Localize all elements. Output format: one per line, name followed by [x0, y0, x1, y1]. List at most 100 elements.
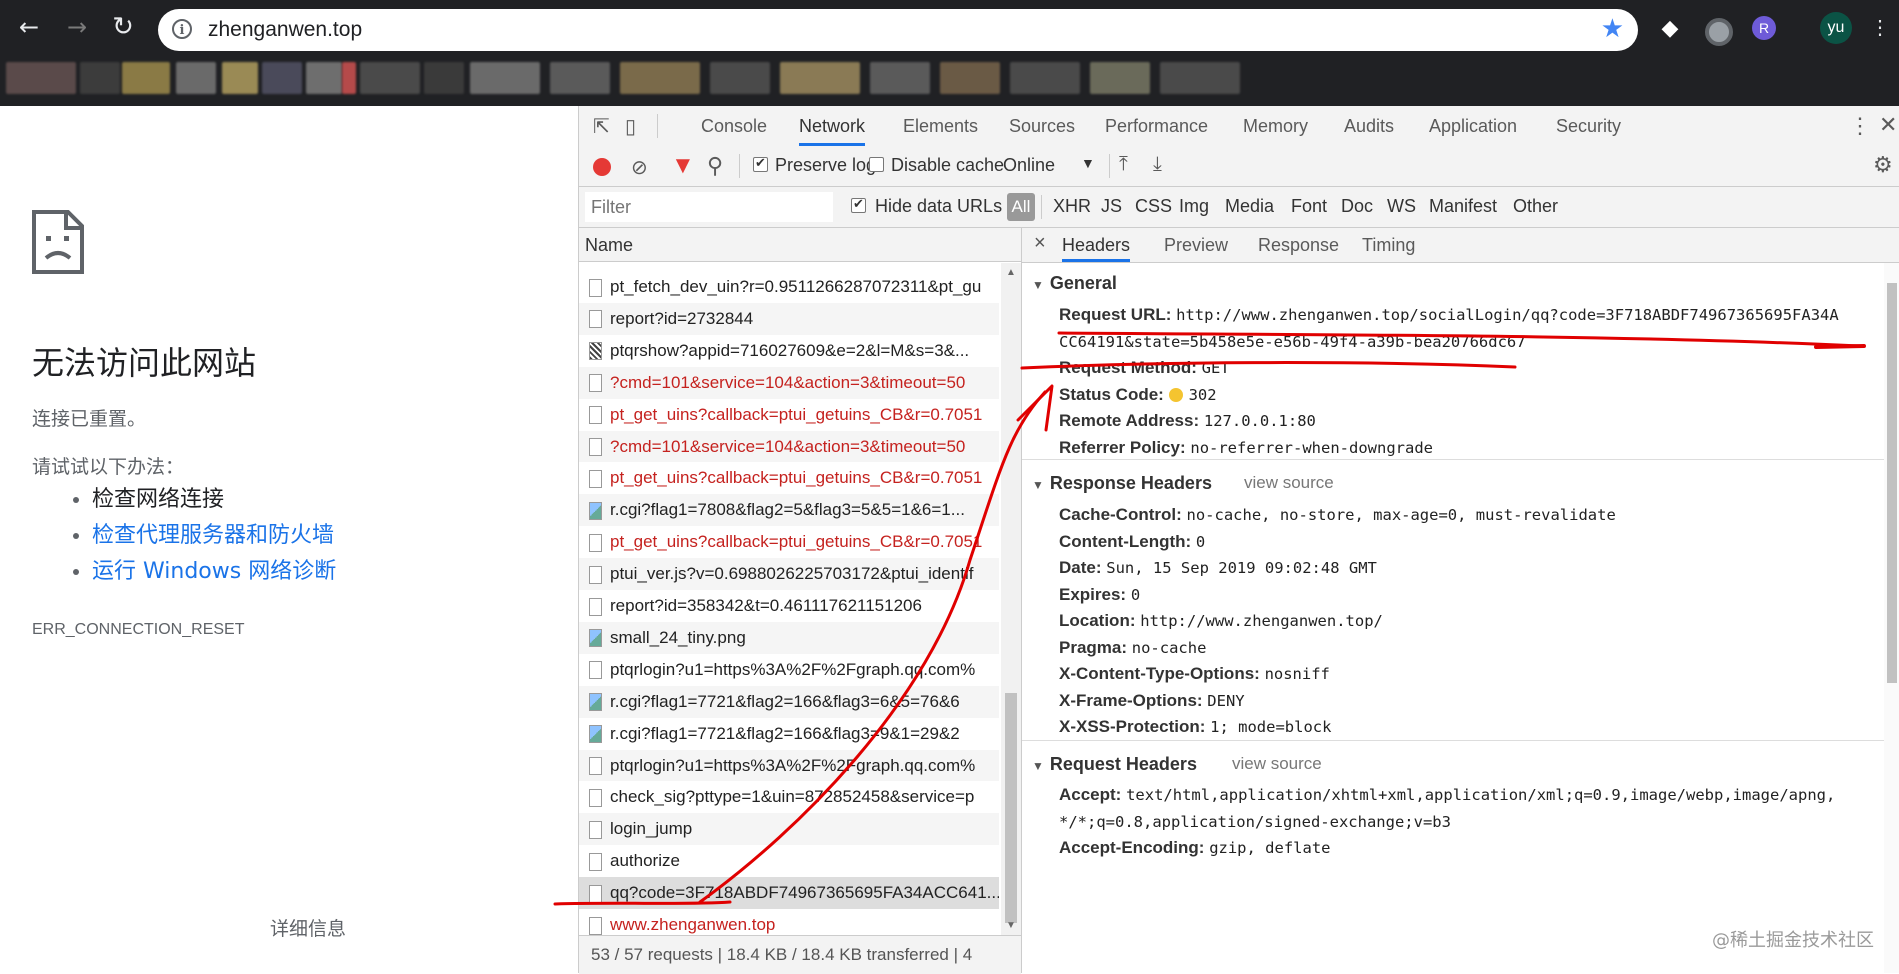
request-name[interactable]: ptqrshow?appid=716027609&e=2&l=M&s=3&...	[610, 341, 969, 360]
detail-scrollbar[interactable]	[1884, 263, 1899, 973]
tab-console[interactable]: Console	[701, 106, 767, 146]
request-row[interactable]: small_24_tiny.png	[579, 621, 999, 654]
request-row[interactable]: login_jump	[579, 813, 999, 846]
clear-icon[interactable]: ⊘	[631, 155, 648, 180]
tab-application[interactable]: Application	[1429, 106, 1517, 146]
request-row[interactable]: report?id=358342&t=0.461117621151206	[579, 590, 999, 622]
filter-type-css[interactable]: CSS	[1135, 196, 1172, 217]
request-name[interactable]: ?cmd=101&service=104&action=3&timeout=50	[610, 373, 965, 392]
request-name[interactable]: pt_get_uins?callback=ptui_getuins_CB&r=0…	[610, 405, 982, 424]
general-section-title[interactable]: ▼ General	[1032, 273, 1117, 294]
scrollbar-thumb[interactable]	[1005, 693, 1017, 923]
close-detail-icon[interactable]: ×	[1034, 232, 1046, 255]
address-bar[interactable]: i zhenganwen.top ★	[158, 9, 1638, 51]
request-name[interactable]: ?cmd=101&service=104&action=3&timeout=50	[610, 437, 965, 456]
request-name[interactable]: report?id=2732844	[610, 309, 753, 328]
detail-tab-timing[interactable]: Timing	[1362, 228, 1415, 262]
request-row[interactable]: pt_get_uins?callback=ptui_getuins_CB&r=0…	[579, 462, 999, 494]
request-row[interactable]: r.cgi?flag1=7721&flag2=166&flag3=6&5=76&…	[579, 685, 999, 718]
request-row[interactable]: r.cgi?flag1=7808&flag2=5&flag3=5&5=1&6=1…	[579, 494, 999, 527]
export-har-icon[interactable]: ⤓	[1153, 153, 1162, 176]
import-har-icon[interactable]: ⤒	[1119, 153, 1128, 176]
request-name[interactable]: r.cgi?flag1=7721&flag2=166&flag3=9&1=29&…	[610, 724, 960, 743]
request-name[interactable]: authorize	[610, 851, 680, 870]
request-name[interactable]: pt_get_uins?callback=ptui_getuins_CB&r=0…	[610, 532, 982, 551]
filter-type-img[interactable]: Img	[1179, 196, 1209, 217]
request-row[interactable]: report?id=2732844	[579, 302, 999, 335]
request-row[interactable]: pt_get_uins?callback=ptui_getuins_CB&r=0…	[579, 526, 999, 558]
device-toolbar-icon[interactable]: ▯	[625, 114, 636, 139]
forward-button-icon[interactable]: →	[62, 12, 92, 42]
filter-type-media[interactable]: Media	[1225, 196, 1274, 217]
filter-type-xhr[interactable]: XHR	[1053, 196, 1091, 217]
more-options-icon[interactable]: ⋮	[1849, 113, 1871, 139]
suggestion-link[interactable]: 检查代理服务器和防火墙	[92, 518, 336, 554]
request-row[interactable]: ptui_ver.js?v=0.6988026225703172&ptui_id…	[579, 558, 999, 590]
filter-type-doc[interactable]: Doc	[1341, 196, 1373, 217]
tab-network[interactable]: Network	[799, 106, 866, 146]
close-devtools-icon[interactable]: ✕	[1879, 112, 1897, 138]
request-name[interactable]: r.cgi?flag1=7808&flag2=5&flag3=5&5=1&6=1…	[610, 500, 965, 519]
hide-data-urls-checkbox[interactable]	[851, 196, 866, 213]
request-row[interactable]: ?cmd=101&service=104&action=3&timeout=50	[579, 430, 999, 463]
request-headers-title[interactable]: ▼ Request Headers	[1032, 754, 1197, 775]
request-name[interactable]: small_24_tiny.png	[610, 628, 746, 647]
request-name[interactable]: ptui_ver.js?v=0.6988026225703172&ptui_id…	[610, 564, 973, 583]
request-name[interactable]: pt_fetch_dev_uin?r=0.9511266287072311&pt…	[610, 277, 981, 296]
request-name[interactable]: www.zhenganwen.top	[610, 915, 775, 934]
response-view-source-link[interactable]: view source	[1244, 473, 1334, 493]
r-extension-icon[interactable]: R	[1752, 16, 1776, 40]
details-button[interactable]: 详细信息	[270, 914, 346, 941]
request-row[interactable]: ptqrshow?appid=716027609&e=2&l=M&s=3&...	[579, 335, 999, 367]
request-row[interactable]: check_sig?pttype=1&uin=872852458&service…	[579, 781, 999, 813]
filter-type-ws[interactable]: WS	[1387, 196, 1416, 217]
request-row[interactable]: pt_fetch_dev_uin?r=0.9511266287072311&pt…	[579, 271, 999, 303]
name-column-header[interactable]: Name	[579, 228, 1021, 262]
tab-elements[interactable]: Elements	[903, 106, 978, 146]
response-headers-title[interactable]: ▼ Response Headers	[1032, 473, 1212, 494]
request-name[interactable]: r.cgi?flag1=7721&flag2=166&flag3=6&5=76&…	[610, 692, 960, 711]
filter-type-all[interactable]: All	[1007, 193, 1035, 221]
request-name[interactable]: qq?code=3F718ABDF74967365695FA34ACC641..…	[610, 883, 999, 902]
request-view-source-link[interactable]: view source	[1232, 754, 1322, 774]
request-row[interactable]: ptqrlogin?u1=https%3A%2F%2Fgraph.qq.com%	[579, 749, 999, 782]
detail-tab-headers[interactable]: Headers	[1062, 228, 1131, 262]
bookmark-star-icon[interactable]: ★	[1601, 14, 1624, 44]
address-url[interactable]: zhenganwen.top	[208, 18, 362, 42]
disable-cache-checkbox[interactable]	[869, 157, 884, 172]
circle-extension-icon[interactable]	[1705, 18, 1733, 46]
request-name[interactable]: check_sig?pttype=1&uin=872852458&service…	[610, 787, 974, 806]
preserve-log-checkbox[interactable]	[753, 155, 768, 172]
request-row[interactable]: ptqrlogin?u1=https%3A%2F%2Fgraph.qq.com%	[579, 654, 999, 686]
filter-input[interactable]	[585, 192, 833, 222]
request-row[interactable]: qq?code=3F718ABDF74967365695FA34ACC641..…	[579, 877, 999, 909]
request-row[interactable]: r.cgi?flag1=7721&flag2=166&flag3=9&1=29&…	[579, 718, 999, 750]
filter-funnel-icon[interactable]: ▼	[671, 152, 695, 180]
site-info-icon[interactable]: i	[172, 19, 192, 39]
scrollbar-thumb[interactable]	[1887, 283, 1897, 683]
throttling-dropdown-icon[interactable]: ▼	[1081, 155, 1095, 171]
record-icon[interactable]	[593, 158, 611, 176]
request-name[interactable]: ptqrlogin?u1=https%3A%2F%2Fgraph.qq.com%	[610, 756, 975, 775]
request-name[interactable]: login_jump	[610, 819, 692, 838]
diamond-extension-icon[interactable]: ◆	[1656, 14, 1684, 42]
inspect-element-icon[interactable]: ⇱	[593, 114, 610, 139]
tab-performance[interactable]: Performance	[1105, 106, 1208, 146]
filter-type-js[interactable]: JS	[1101, 196, 1122, 217]
tab-sources[interactable]: Sources	[1009, 106, 1075, 146]
request-row[interactable]: authorize	[579, 845, 999, 877]
detail-tab-response[interactable]: Response	[1258, 228, 1339, 262]
throttling-select[interactable]: Online	[1003, 155, 1055, 176]
profile-avatar[interactable]: yu	[1820, 12, 1852, 44]
search-icon[interactable]: ⚲	[707, 153, 723, 179]
reload-button-icon[interactable]: ↻	[108, 12, 138, 42]
settings-gear-icon[interactable]: ⚙	[1873, 152, 1893, 178]
request-name[interactable]: ptqrlogin?u1=https%3A%2F%2Fgraph.qq.com%	[610, 660, 975, 679]
request-list-scrollbar[interactable]: ▲ ▼	[1001, 263, 1021, 935]
back-button-icon[interactable]: ←	[14, 12, 44, 42]
filter-type-manifest[interactable]: Manifest	[1429, 196, 1497, 217]
request-row[interactable]: www.zhenganwen.top	[579, 909, 999, 935]
detail-tab-preview[interactable]: Preview	[1164, 228, 1228, 262]
request-name[interactable]: pt_get_uins?callback=ptui_getuins_CB&r=0…	[610, 468, 982, 487]
filter-type-font[interactable]: Font	[1291, 196, 1327, 217]
